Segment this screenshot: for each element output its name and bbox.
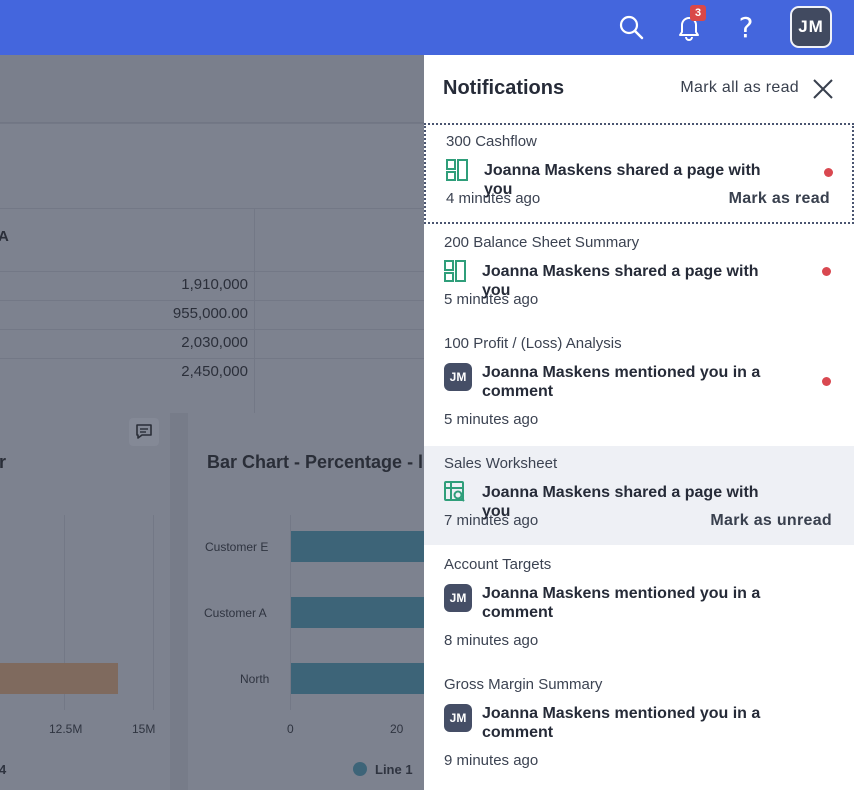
axis-tick-label: 20 (390, 722, 404, 736)
notifications-panel: Notifications Mark all as read 300 Cashf… (424, 55, 854, 790)
legend-marker (353, 762, 367, 776)
notifications-header: Notifications Mark all as read (424, 55, 854, 123)
notification-item[interactable]: 200 Balance Sheet Summary Joanna Maskens… (424, 225, 854, 325)
notification-item[interactable]: Sales Worksheet Joanna Maskens shared a … (424, 446, 854, 545)
table-divider (0, 358, 424, 359)
chart-bar (291, 597, 424, 628)
notification-item[interactable]: Gross Margin Summary JM Joanna Maskens m… (424, 665, 854, 785)
table-divider (0, 300, 424, 301)
category-label: Customer E (205, 540, 269, 554)
avatar: JM (444, 704, 472, 732)
table-cell: 2,030,000 (181, 334, 248, 351)
table-divider (0, 271, 424, 272)
mark-all-as-read-button[interactable]: Mark all as read (680, 79, 799, 97)
mark-as-unread-button[interactable]: Mark as unread (710, 512, 832, 530)
notification-item[interactable]: 100 Profit / (Loss) Analysis JM Joanna M… (424, 325, 854, 445)
notification-time: 9 minutes ago (444, 752, 539, 769)
gridline (153, 515, 154, 710)
category-label: Customer A (204, 606, 267, 620)
legend-label: Line 1 (375, 762, 413, 777)
comment-icon[interactable] (129, 418, 159, 446)
notification-source: 100 Profit / (Loss) Analysis (444, 335, 622, 352)
top-navigation-bar: 3 ? JM (0, 0, 854, 55)
notification-message: Joanna Maskens mentioned you in a commen… (482, 585, 761, 621)
notification-source: 200 Balance Sheet Summary (444, 234, 640, 251)
axis-tick-label: 0 (287, 722, 294, 736)
mark-as-read-button[interactable]: Mark as read (729, 190, 830, 208)
unread-indicator (822, 377, 831, 386)
user-avatar-button[interactable]: JM (790, 6, 832, 48)
table-column-header: A (0, 228, 9, 245)
avatar: JM (444, 363, 472, 391)
app-window: A 1,910,000 955,000.00 2,030,000 2,450,0… (0, 0, 854, 790)
unread-indicator (822, 267, 831, 276)
category-label: North (240, 672, 270, 686)
chart-bar (291, 531, 424, 562)
avatar: JM (444, 584, 472, 612)
page-layout-icon (446, 159, 474, 187)
notification-source: Sales Worksheet (444, 455, 558, 472)
notification-count-badge: 3 (690, 5, 706, 21)
help-icon[interactable]: ? (727, 8, 765, 46)
notification-time: 4 minutes ago (446, 190, 541, 207)
notification-time: 8 minutes ago (444, 632, 539, 649)
dashboard-header-band (0, 55, 424, 123)
table-divider (0, 329, 424, 330)
table-divider (254, 208, 255, 413)
notification-message: Joanna Maskens mentioned you in a commen… (482, 364, 761, 400)
close-icon[interactable] (810, 76, 836, 102)
page-layout-icon (444, 260, 472, 288)
table-divider (0, 208, 424, 209)
notification-time: 5 minutes ago (444, 411, 539, 428)
chart-footer-label: 4 (0, 762, 7, 777)
table-cell: 955,000.00 (172, 305, 248, 322)
chart-bar (0, 663, 118, 694)
notification-time: 5 minutes ago (444, 291, 539, 308)
worksheet-icon (444, 481, 472, 509)
table-cell: 2,450,000 (181, 363, 248, 380)
search-icon[interactable] (612, 8, 650, 46)
notification-item[interactable]: Account Targets JM Joanna Maskens mentio… (424, 545, 854, 665)
axis-tick-label: 15M (132, 722, 156, 736)
notification-source: Account Targets (444, 556, 552, 573)
chart-bar (291, 663, 424, 694)
chart-title-right: Bar Chart - Percentage - l (207, 452, 424, 472)
notification-item[interactable]: 300 Cashflow Joanna Maskens shared a pag… (424, 123, 854, 224)
axis-tick-label: 12.5M (49, 722, 83, 736)
notifications-bell-icon[interactable]: 3 (670, 5, 708, 46)
notification-time: 7 minutes ago (444, 512, 539, 529)
table-divider (0, 123, 424, 124)
table-cell: 1,910,000 (181, 276, 248, 293)
notification-source: 300 Cashflow (446, 133, 537, 150)
chart-title-left: r (0, 452, 7, 472)
notification-source: Gross Margin Summary (444, 676, 603, 693)
notifications-title: Notifications (443, 77, 565, 99)
notification-message: Joanna Maskens mentioned you in a commen… (482, 705, 761, 741)
unread-indicator (824, 168, 833, 177)
